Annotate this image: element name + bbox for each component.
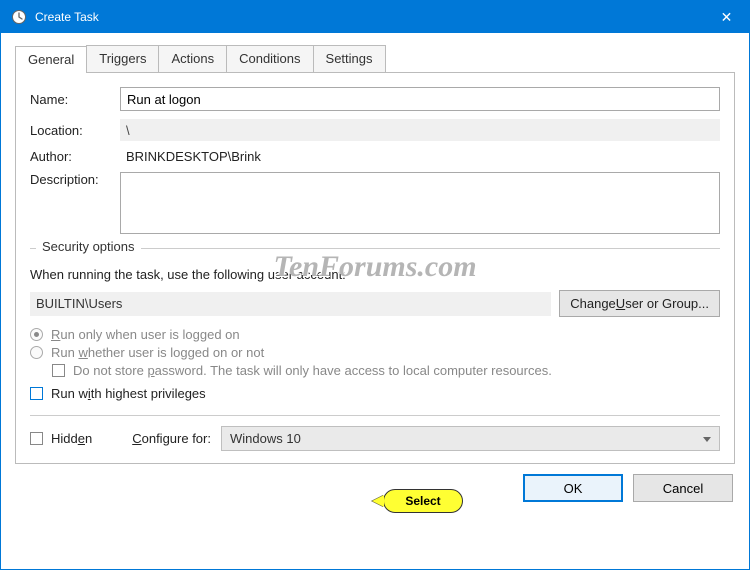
checkbox-icon (52, 364, 65, 377)
name-label: Name: (30, 92, 120, 107)
window-title: Create Task (35, 10, 704, 24)
configure-for-label: Configure for: (132, 431, 211, 446)
location-value: \ (120, 119, 720, 141)
tab-actions[interactable]: Actions (158, 45, 227, 72)
run-as-label: When running the task, use the following… (30, 267, 720, 282)
checkbox-icon (30, 387, 43, 400)
location-label: Location: (30, 123, 120, 138)
tab-strip: General Triggers Actions Conditions Sett… (15, 45, 735, 72)
radio-run-logged-on: Run only when user is logged on (30, 327, 720, 342)
checkbox-hidden[interactable]: Hidden (30, 431, 92, 446)
close-icon: ✕ (721, 9, 733, 26)
configure-for-dropdown[interactable]: Windows 10 (221, 426, 720, 451)
task-scheduler-icon (11, 9, 27, 25)
author-value: BRINKDESKTOP\Brink (120, 149, 261, 164)
name-input[interactable] (120, 87, 720, 111)
radio-run-whether: Run whether user is logged on or not (30, 345, 720, 360)
create-task-window: Create Task ✕ General Triggers Actions C… (0, 0, 750, 570)
client-area: General Triggers Actions Conditions Sett… (1, 33, 749, 569)
user-account-value: BUILTIN\Users (30, 292, 551, 316)
radio-icon (30, 328, 43, 341)
tab-settings[interactable]: Settings (313, 45, 386, 72)
tab-triggers[interactable]: Triggers (86, 45, 159, 72)
tab-panel-general: Name: Location: \ Author: BRINKDESKTOP\B… (15, 72, 735, 464)
security-options-group: Security options When running the task, … (30, 248, 720, 401)
checkbox-icon (30, 432, 43, 445)
description-input[interactable] (120, 172, 720, 234)
dialog-footer: OK Cancel (15, 464, 735, 502)
tab-general[interactable]: General (15, 46, 87, 73)
radio-icon (30, 346, 43, 359)
change-user-or-group-button[interactable]: Change User or Group... (559, 290, 720, 317)
description-label: Description: (30, 172, 120, 187)
ok-button[interactable]: OK (523, 474, 623, 502)
tab-conditions[interactable]: Conditions (226, 45, 313, 72)
checkbox-highest-privileges[interactable]: Run with highest privileges (30, 386, 720, 401)
security-options-legend: Security options (36, 239, 141, 254)
configure-for-value: Windows 10 (230, 431, 301, 446)
cancel-button[interactable]: Cancel (633, 474, 733, 502)
author-label: Author: (30, 149, 120, 164)
checkbox-do-not-store-password: Do not store password. The task will onl… (52, 363, 720, 378)
close-button[interactable]: ✕ (704, 1, 749, 33)
titlebar[interactable]: Create Task ✕ (1, 1, 749, 33)
